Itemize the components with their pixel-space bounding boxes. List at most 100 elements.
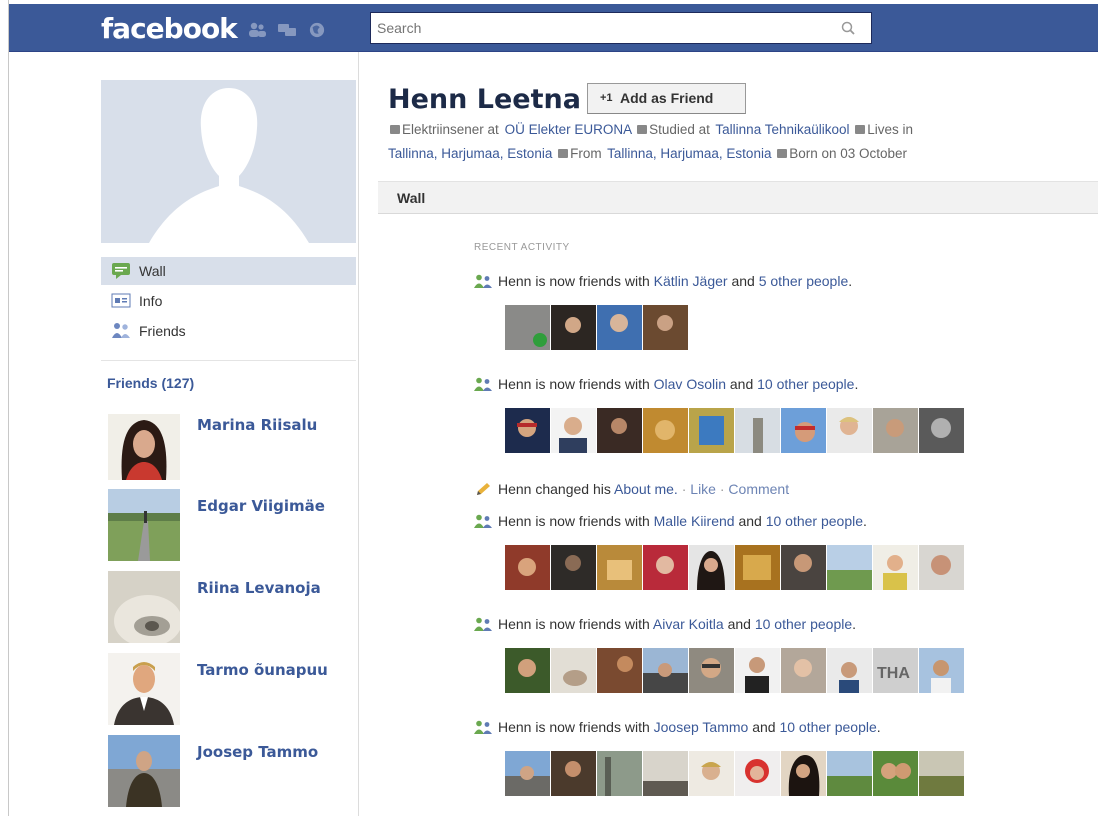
friend-thumbnail[interactable] bbox=[919, 408, 964, 453]
friend-name[interactable]: Tarmo õunapuu bbox=[197, 661, 328, 679]
svg-text:THA: THA bbox=[877, 665, 910, 682]
friend-thumbnail[interactable] bbox=[781, 545, 826, 590]
sidebar-item-info[interactable]: Info bbox=[101, 287, 356, 315]
friend-thumbnail[interactable] bbox=[643, 648, 688, 693]
friend-name[interactable]: Marina Riisalu bbox=[197, 416, 317, 434]
friend-thumbnail[interactable] bbox=[551, 751, 596, 796]
story-others-link[interactable]: 10 other people bbox=[766, 513, 863, 529]
friend-thumbnail[interactable] bbox=[919, 648, 964, 693]
friend-requests-icon[interactable] bbox=[247, 22, 267, 38]
from-link[interactable]: Tallinna, Harjumaa, Estonia bbox=[607, 146, 771, 161]
friend-item[interactable]: Edgar Viigimäe bbox=[108, 489, 358, 561]
lives-link[interactable]: Tallinna, Harjumaa, Estonia bbox=[388, 146, 552, 161]
friend-thumbnail[interactable] bbox=[827, 648, 872, 693]
friend-name[interactable]: Riina Levanoja bbox=[197, 579, 321, 597]
friends-section-heading[interactable]: Friends (127) bbox=[107, 375, 194, 391]
story-and: and bbox=[738, 513, 762, 529]
story-friend-link[interactable]: Olav Osolin bbox=[654, 376, 726, 392]
friend-thumbnail[interactable] bbox=[781, 648, 826, 693]
friend-thumbnail[interactable] bbox=[735, 648, 780, 693]
story-others-link[interactable]: 10 other people bbox=[755, 616, 852, 632]
friend-thumbnail[interactable] bbox=[873, 408, 918, 453]
sidebar-item-wall[interactable]: Wall bbox=[101, 257, 356, 285]
friend-thumbnail[interactable] bbox=[505, 545, 550, 590]
friend-thumbnail[interactable] bbox=[735, 545, 780, 590]
search-box[interactable] bbox=[370, 12, 872, 44]
like-link[interactable]: Like bbox=[690, 481, 716, 497]
friend-thumbnail[interactable] bbox=[735, 751, 780, 796]
story-others-link[interactable]: 10 other people bbox=[779, 719, 876, 735]
tab-wall[interactable]: Wall bbox=[397, 190, 425, 206]
friend-thumbnail[interactable] bbox=[551, 408, 596, 453]
friend-item[interactable]: Riina Levanoja bbox=[108, 571, 358, 643]
friend-item[interactable]: Tarmo õunapuu bbox=[108, 653, 358, 725]
study-link[interactable]: Tallinna Tehnikaülikool bbox=[715, 122, 849, 137]
separator-dot: · bbox=[681, 481, 687, 497]
story-others-link[interactable]: 10 other people bbox=[757, 376, 854, 392]
friend-thumbnail[interactable] bbox=[873, 751, 918, 796]
search-icon[interactable] bbox=[839, 19, 857, 37]
about-me-link[interactable]: About me. bbox=[614, 481, 678, 497]
friend-thumbnail[interactable] bbox=[551, 648, 596, 693]
friend-thumbnail[interactable] bbox=[505, 408, 550, 453]
friend-item[interactable]: Joosep Tammo bbox=[108, 735, 358, 807]
friend-thumbnail[interactable] bbox=[643, 751, 688, 796]
story-friend-link[interactable]: Joosep Tammo bbox=[654, 719, 749, 735]
facebook-logo[interactable]: facebook bbox=[101, 12, 238, 45]
friend-thumbnail[interactable] bbox=[827, 751, 872, 796]
friend-thumbnail[interactable] bbox=[689, 408, 734, 453]
story-actor: Henn bbox=[498, 513, 532, 529]
friend-thumbnail[interactable] bbox=[551, 305, 596, 350]
friend-photo bbox=[108, 489, 180, 561]
friend-thumbnail[interactable] bbox=[597, 305, 642, 350]
friend-photo bbox=[108, 735, 180, 807]
activity-story: Henn is now friends with Aivar Koitla an… bbox=[474, 616, 856, 632]
sidebar-item-friends[interactable]: Friends bbox=[101, 317, 356, 345]
friend-thumbnail[interactable] bbox=[597, 648, 642, 693]
friend-thumbnail[interactable] bbox=[597, 751, 642, 796]
story-others-link[interactable]: 5 other people bbox=[759, 273, 849, 289]
friend-thumbnail[interactable] bbox=[551, 545, 596, 590]
add-as-friend-button[interactable]: +1 Add as Friend bbox=[587, 83, 746, 114]
friend-thumbnail[interactable] bbox=[827, 545, 872, 590]
notifications-globe-icon[interactable] bbox=[308, 22, 326, 38]
friend-thumbnail[interactable] bbox=[505, 751, 550, 796]
friend-thumbnail[interactable] bbox=[689, 648, 734, 693]
story-end: . bbox=[854, 376, 859, 392]
friend-thumbnail[interactable] bbox=[873, 545, 918, 590]
friend-thumbnail[interactable] bbox=[597, 408, 642, 453]
birthday-text: Born on 03 October bbox=[789, 146, 908, 161]
friends-icon bbox=[112, 323, 130, 338]
column-divider bbox=[358, 52, 359, 816]
work-icon bbox=[390, 125, 400, 134]
work-link[interactable]: OÜ Elekter EURONA bbox=[505, 122, 632, 137]
friend-thumbnail[interactable]: THA bbox=[873, 648, 918, 693]
friend-thumbnail[interactable] bbox=[505, 648, 550, 693]
friend-thumbnail[interactable] bbox=[643, 545, 688, 590]
friend-thumbnail[interactable] bbox=[597, 545, 642, 590]
story-friend-link[interactable]: Malle Kiirend bbox=[654, 513, 735, 529]
friends-icon bbox=[474, 377, 492, 391]
friend-thumbnail[interactable] bbox=[919, 751, 964, 796]
friend-thumbnail[interactable] bbox=[643, 408, 688, 453]
friend-thumbnail[interactable] bbox=[827, 408, 872, 453]
story-friend-link[interactable]: Kätlin Jäger bbox=[654, 273, 728, 289]
friend-item[interactable]: Marina Riisalu bbox=[108, 408, 358, 480]
story-friend-link[interactable]: Aivar Koitla bbox=[653, 616, 724, 632]
friend-thumbnail[interactable] bbox=[689, 751, 734, 796]
friend-name[interactable]: Edgar Viigimäe bbox=[197, 497, 325, 515]
friend-thumbnail[interactable] bbox=[919, 545, 964, 590]
wall-tab-bar: Wall bbox=[378, 181, 1098, 214]
profile-picture-placeholder[interactable] bbox=[101, 80, 356, 243]
friend-thumbnail[interactable] bbox=[505, 305, 550, 350]
friend-thumbnail[interactable] bbox=[643, 305, 688, 350]
friend-thumbnail[interactable] bbox=[781, 751, 826, 796]
messages-icon[interactable] bbox=[277, 22, 297, 38]
story-verb: is now friends with bbox=[535, 719, 650, 735]
friend-thumbnail[interactable] bbox=[735, 408, 780, 453]
search-input[interactable] bbox=[377, 18, 827, 38]
comment-link[interactable]: Comment bbox=[728, 481, 789, 497]
friend-name[interactable]: Joosep Tammo bbox=[197, 743, 318, 761]
friend-thumbnail[interactable] bbox=[781, 408, 826, 453]
friend-thumbnail[interactable] bbox=[689, 545, 734, 590]
